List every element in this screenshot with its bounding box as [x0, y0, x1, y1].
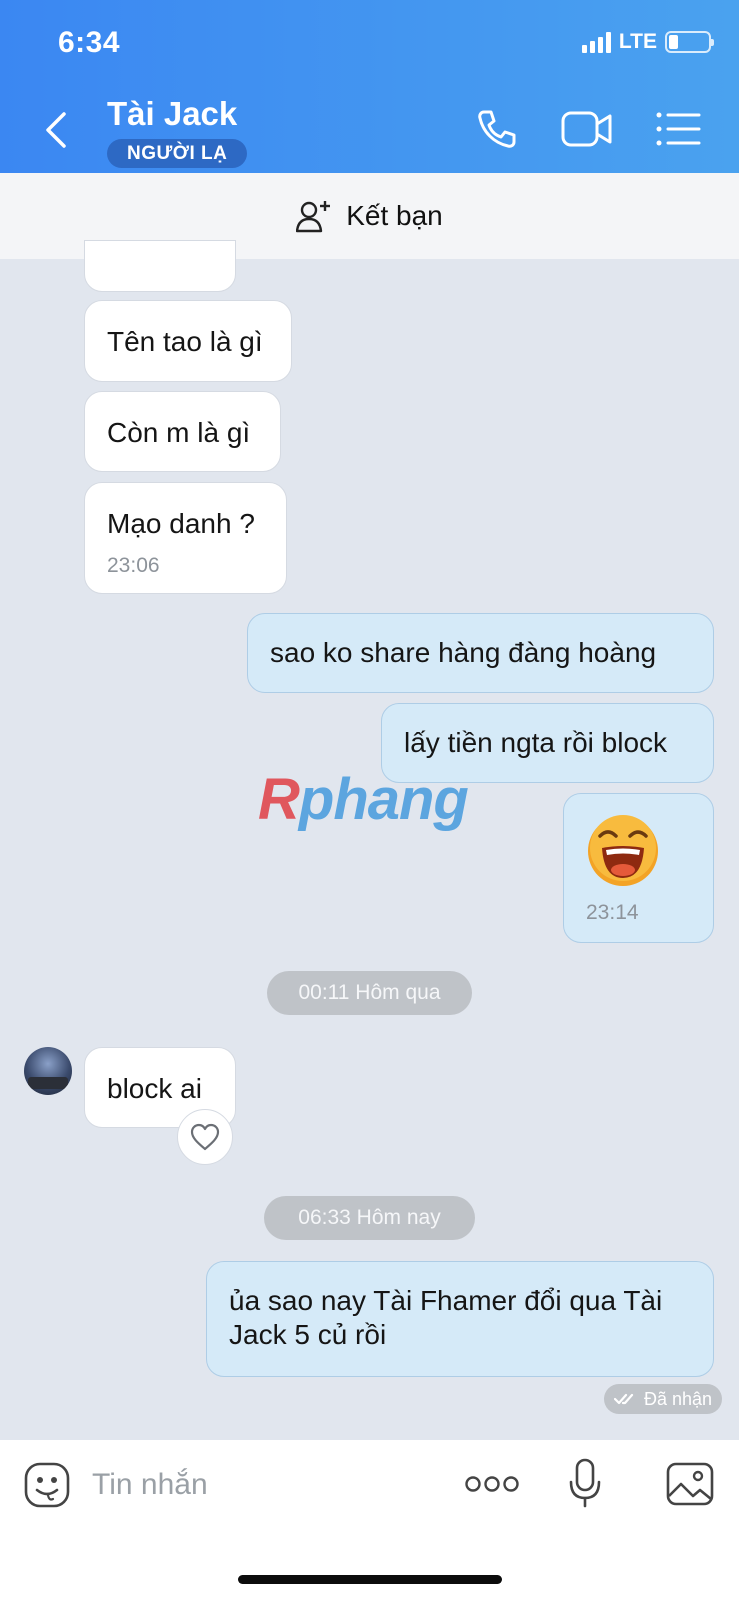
status-time: 6:34 [58, 26, 121, 59]
message-input[interactable] [92, 1458, 432, 1512]
message-bubble-outgoing[interactable]: sao ko share hàng đàng hoàng [247, 613, 714, 693]
delivery-status: Đã nhận [604, 1384, 723, 1414]
home-indicator [238, 1575, 502, 1584]
contact-avatar[interactable] [24, 1047, 72, 1095]
message-bubble-incoming[interactable]: Mạo danh ? 23:06 [84, 482, 287, 594]
message-time: 23:06 [107, 554, 160, 577]
add-friend-label: Kết bạn [346, 200, 443, 231]
double-check-icon [614, 1393, 634, 1405]
image-picker-button[interactable] [666, 1462, 714, 1506]
message-bubble-incoming[interactable]: Tên tao là gì [84, 300, 292, 382]
voice-record-button[interactable] [568, 1458, 602, 1508]
message-text: sao ko share hàng đàng hoàng [270, 637, 657, 668]
video-call-button[interactable] [560, 106, 614, 152]
more-dots-icon [465, 1476, 519, 1492]
message-bubble-outgoing[interactable]: ủa sao nay Tài Fhamer đổi qua Tài Jack 5… [206, 1261, 714, 1377]
message-text: block ai [107, 1073, 202, 1104]
emoji-button[interactable] [24, 1462, 70, 1508]
message-time: 23:14 [586, 901, 639, 924]
back-chevron-icon [46, 112, 66, 148]
message-text: Còn m là gì [107, 417, 251, 448]
microphone-icon [569, 1458, 601, 1508]
contact-name[interactable]: Tài Jack [107, 95, 237, 133]
message-text: Mạo danh ? [107, 508, 255, 539]
network-label: LTE [618, 30, 657, 53]
message-text: lấy tiền ngta rồi block [404, 727, 668, 758]
watermark-logo: Rphang [258, 767, 469, 832]
message-text: Tên tao là gì [107, 326, 263, 357]
message-bubble-partial[interactable] [84, 240, 236, 292]
date-separator: 00:11 Hôm qua [267, 971, 472, 1015]
status-indicators: LTE [581, 30, 714, 54]
back-button[interactable] [38, 108, 78, 152]
add-person-icon [296, 201, 331, 233]
phone-icon [478, 110, 516, 148]
video-camera-icon [561, 111, 612, 147]
emoji-icon [24, 1462, 70, 1508]
options-menu-button[interactable] [654, 106, 702, 152]
message-text: ủa sao nay Tài Fhamer đổi qua Tài Jack 5… [229, 1285, 663, 1350]
message-composer [0, 1440, 739, 1600]
call-button[interactable] [474, 106, 520, 152]
like-reaction-button[interactable] [177, 1109, 233, 1165]
stranger-badge: NGƯỜI LẠ [107, 139, 248, 168]
message-bubble-incoming[interactable]: Còn m là gì [84, 391, 281, 472]
laughing-face-sticker [588, 815, 658, 886]
list-menu-icon [656, 112, 701, 146]
battery-icon [665, 31, 714, 53]
signal-icon [581, 31, 611, 53]
heart-icon [190, 1123, 220, 1151]
image-icon [666, 1462, 714, 1506]
date-separator: 06:33 Hôm nay [264, 1196, 475, 1240]
chat-header: 6:34 LTE Tài Jack NGƯỜI LẠ [0, 0, 739, 173]
more-options-button[interactable] [464, 1472, 520, 1496]
delivery-status-label: Đã nhận [644, 1389, 713, 1409]
sticker-message-bubble[interactable]: 23:14 [563, 793, 714, 943]
